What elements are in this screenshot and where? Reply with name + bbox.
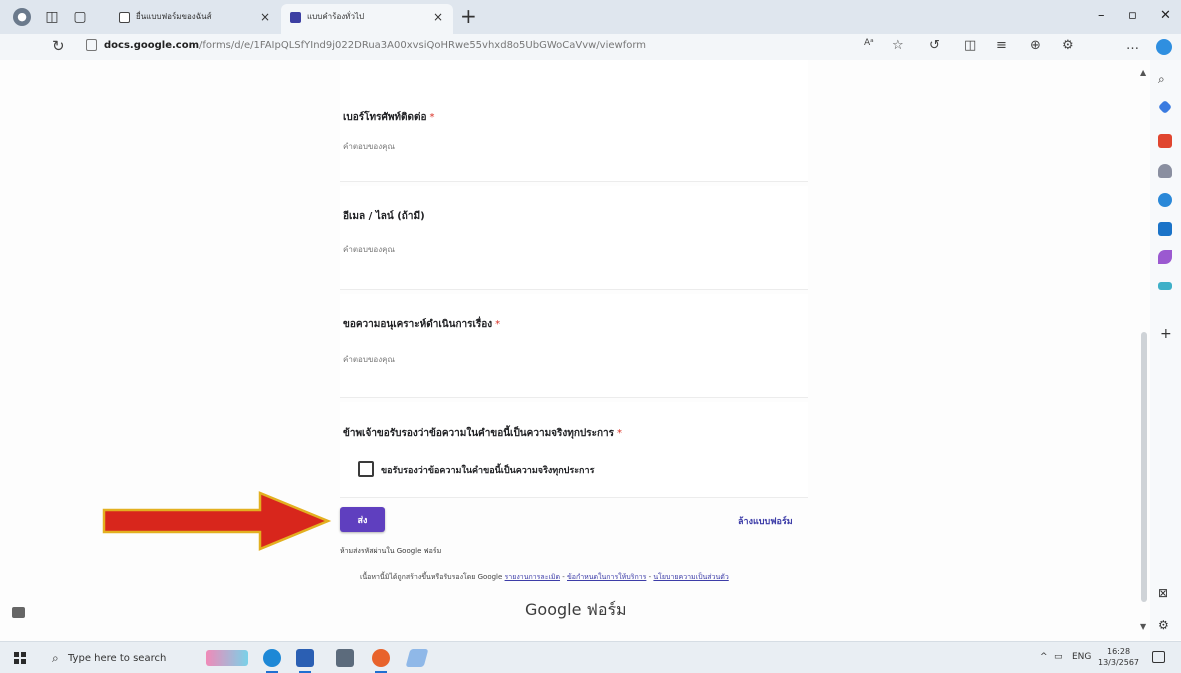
tab-strip: ● ◫ ▢ ยื่นแบบฟอร์มของฉันส์ × แบบคำร้องทั…: [0, 0, 1181, 34]
phone-input[interactable]: [343, 138, 543, 156]
taskbar-clock[interactable]: 16:28 13/3/2567: [1098, 646, 1139, 668]
required-mark: *: [617, 428, 623, 439]
email-line-input[interactable]: [343, 241, 543, 259]
question-title: ขอความอนุเคราะห์ดำเนินการเรื่อง *: [343, 319, 501, 330]
question-title: ข้าพเจ้าขอรับรองว่าข้อความในคำขอนี้เป็นค…: [343, 428, 623, 439]
tab-close-icon[interactable]: ×: [433, 4, 443, 30]
arrow-annotation: [102, 491, 332, 551]
question-card-phone: เบอร์โทรศัพท์ติดต่อ *: [340, 60, 808, 182]
question-title: อีเมล / ไลน์ (ถ้ามี): [343, 211, 425, 222]
edge-sidebar: ⌕ + ⊠ ⚙: [1150, 60, 1181, 640]
search-icon[interactable]: ⌕: [1158, 72, 1172, 86]
minimize-button[interactable]: –: [1098, 8, 1105, 23]
taskbar: ⌕ Type here to search ^ ▭ ENG 16:28 13/3…: [0, 641, 1181, 673]
workspaces-icon[interactable]: ◫: [43, 8, 61, 26]
scroll-up-icon[interactable]: ▲: [1140, 68, 1146, 77]
maximize-button[interactable]: ▫: [1128, 8, 1137, 23]
tab-general-request-form[interactable]: แบบคำร้องทั่วไป ×: [281, 4, 453, 34]
games-icon[interactable]: [1158, 282, 1172, 290]
question-card-certify: ข้าพเจ้าขอรับรองว่าข้อความในคำขอนี้เป็นค…: [340, 402, 808, 498]
split-screen-icon[interactable]: ◫: [964, 38, 976, 53]
tray-overflow-icon[interactable]: ^: [1040, 652, 1048, 662]
calculator-icon[interactable]: [336, 649, 354, 667]
close-window-button[interactable]: ✕: [1160, 8, 1171, 23]
pen-tool-icon[interactable]: [405, 649, 429, 667]
add-sidebar-app-icon[interactable]: +: [1160, 326, 1172, 342]
tab-actions-icon[interactable]: ▢: [71, 8, 89, 26]
request-input[interactable]: [343, 351, 543, 369]
password-warning: ห้ามส่งรหัสผ่านใน Google ฟอร์ม: [340, 547, 442, 555]
question-card-request: ขอความอนุเคราะห์ดำเนินการเรื่อง *: [340, 294, 808, 398]
footer-disclaimer: เนื้อหานี้มิได้ถูกสร้างขึ้นหรือรับรองโดย…: [360, 573, 729, 581]
search-placeholder: Type here to search: [68, 653, 167, 664]
tab-my-forms[interactable]: ยื่นแบบฟอร์มของฉันส์ ×: [110, 4, 280, 34]
windows-start-icon[interactable]: [14, 652, 26, 664]
address-bar: ↻ docs.google.com/forms/d/e/1FAIpQLSfYIn…: [0, 34, 1181, 60]
new-tab-button[interactable]: +: [460, 4, 477, 28]
submit-button[interactable]: ส่ง: [340, 507, 385, 532]
taskbar-search[interactable]: ⌕ Type here to search: [42, 646, 192, 670]
notifications-icon[interactable]: [1152, 651, 1165, 663]
url-field[interactable]: docs.google.com/forms/d/e/1FAIpQLSfYInd9…: [104, 40, 646, 51]
url-path: /forms/d/e/1FAIpQLSfYInd9j022DRua3A00xvs…: [199, 40, 647, 51]
firefox-icon[interactable]: [372, 649, 390, 673]
required-mark: *: [429, 112, 435, 123]
google-forms-icon: [290, 12, 301, 23]
required-mark: *: [495, 319, 501, 330]
lock-icon[interactable]: [86, 39, 97, 51]
scroll-down-icon[interactable]: ▼: [1140, 622, 1146, 631]
extensions-icon[interactable]: ⚙: [1062, 38, 1074, 53]
people-icon[interactable]: [1158, 164, 1172, 178]
profile-avatar[interactable]: ●: [13, 8, 31, 26]
tab-label: ยื่นแบบฟอร์มของฉันส์: [136, 12, 212, 21]
time: 16:28: [1106, 647, 1131, 656]
privacy-link[interactable]: นโยบายความเป็นส่วนตัว: [653, 573, 728, 581]
toolbox-icon[interactable]: [1158, 134, 1172, 148]
edge-icon[interactable]: [263, 649, 281, 673]
date: 13/3/2567: [1098, 658, 1140, 667]
terms-link[interactable]: ข้อกำหนดในการให้บริการ: [567, 573, 646, 581]
feedback-icon[interactable]: [12, 607, 25, 618]
star-icon[interactable]: ☆: [892, 38, 904, 53]
refresh-extension-icon[interactable]: ↺: [929, 38, 940, 53]
checkbox-icon[interactable]: [358, 461, 374, 477]
favorites-icon[interactable]: ≡: [996, 38, 1007, 53]
tab-close-icon[interactable]: ×: [260, 4, 270, 30]
language-indicator[interactable]: ENG: [1072, 652, 1091, 662]
tag-icon[interactable]: [1157, 99, 1173, 115]
url-host: docs.google.com: [104, 40, 199, 51]
word-icon[interactable]: [296, 649, 314, 673]
clear-form-link[interactable]: ล้างแบบฟอร์ม: [738, 514, 793, 528]
search-highlight-icon[interactable]: [206, 650, 248, 666]
network-icon[interactable]: ▭: [1054, 652, 1063, 662]
question-card-email: อีเมล / ไลน์ (ถ้ามี): [340, 186, 808, 290]
collections-icon[interactable]: ⊕: [1030, 38, 1041, 53]
scroll-thumb[interactable]: [1141, 332, 1147, 602]
report-abuse-link[interactable]: รายงานการละเมิด: [505, 573, 560, 581]
hide-sidebar-icon[interactable]: ⊠: [1158, 586, 1168, 600]
office-icon[interactable]: [1158, 193, 1172, 207]
outlook-icon[interactable]: [1158, 222, 1172, 236]
search-icon: ⌕: [52, 651, 59, 665]
sidebar-settings-icon[interactable]: ⚙: [1158, 618, 1169, 632]
reload-icon[interactable]: ↻: [52, 37, 65, 55]
page-icon: [119, 12, 130, 23]
designer-icon[interactable]: [1158, 250, 1172, 264]
certify-checkbox-label[interactable]: ขอรับรองว่าข้อความในคำขอนี้เป็นความจริงท…: [381, 463, 594, 477]
page-scrollbar[interactable]: ▲ ▼: [1138, 60, 1150, 640]
tab-label: แบบคำร้องทั่วไป: [307, 12, 365, 21]
question-title: เบอร์โทรศัพท์ติดต่อ *: [343, 112, 435, 123]
read-aloud-icon[interactable]: Aᵃ: [864, 38, 874, 48]
google-forms-logo[interactable]: Google ฟอร์ม: [525, 598, 627, 623]
screen: ● ◫ ▢ ยื่นแบบฟอร์มของฉันส์ × แบบคำร้องทั…: [0, 0, 1181, 673]
more-menu-icon[interactable]: …: [1126, 38, 1139, 53]
copilot-icon[interactable]: [1156, 39, 1172, 55]
